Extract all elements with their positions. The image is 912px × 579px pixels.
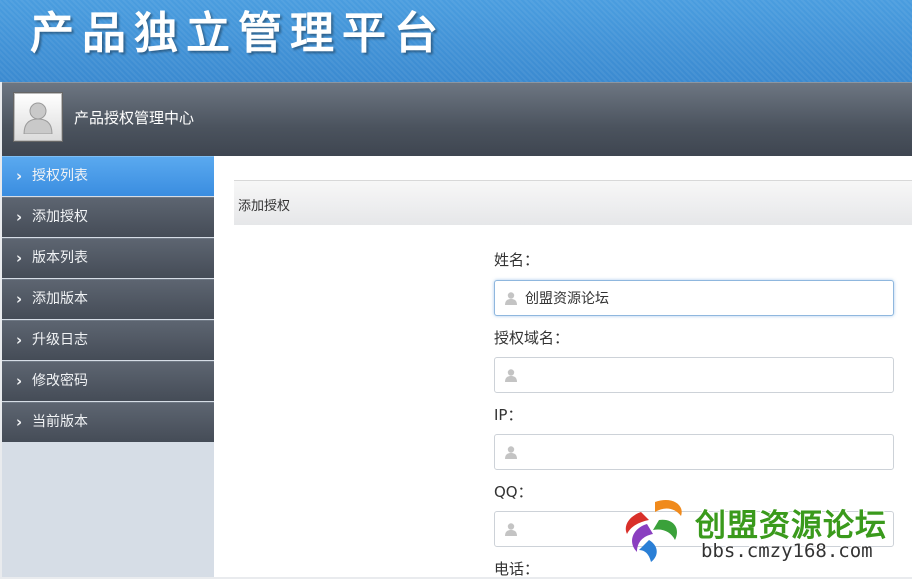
domain-input[interactable]: [525, 365, 885, 385]
chevron-right-icon: ›: [16, 167, 23, 185]
panel-header: 添加授权: [234, 180, 912, 226]
sidebar-item-label: 修改密码: [32, 373, 88, 389]
ip-field[interactable]: [494, 434, 894, 470]
sidebar-item-label: 升级日志: [32, 332, 88, 348]
name-field[interactable]: [494, 280, 894, 316]
sidebar-item-add-version[interactable]: › 添加版本: [2, 279, 214, 319]
chevron-right-icon: ›: [16, 249, 23, 267]
sidebar-item-change-password[interactable]: › 修改密码: [2, 361, 214, 401]
sidebar-item-version-list[interactable]: › 版本列表: [2, 238, 214, 278]
name-label: 姓名：: [494, 251, 540, 269]
sidebar: › 授权列表 › 添加授权 › 版本列表 › 添加版本 › 升级日志 › 修改密…: [2, 156, 214, 577]
user-icon: [505, 369, 517, 382]
watermark: 创盟资源论坛 bbs.cmzy168.com: [615, 490, 912, 577]
sidebar-item-label: 添加授权: [32, 209, 88, 225]
watermark-url: bbs.cmzy168.com: [701, 540, 873, 562]
sidebar-item-upgrade-log[interactable]: › 升级日志: [2, 320, 214, 360]
user-icon: [505, 446, 517, 459]
domain-label: 授权域名：: [494, 329, 570, 347]
user-header: 产品授权管理中心: [2, 82, 912, 157]
chevron-right-icon: ›: [16, 290, 23, 308]
name-input[interactable]: [525, 288, 885, 308]
chevron-right-icon: ›: [16, 413, 23, 431]
phone-label: 电话：: [494, 560, 540, 578]
top-banner: 产品独立管理平台: [0, 0, 912, 82]
chevron-right-icon: ›: [16, 208, 23, 226]
sidebar-item-license-list[interactable]: › 授权列表: [2, 156, 214, 196]
user-icon: [505, 523, 517, 536]
qq-label: QQ：: [494, 483, 533, 501]
ip-input[interactable]: [525, 442, 885, 462]
chevron-right-icon: ›: [16, 372, 23, 390]
sidebar-item-add-license[interactable]: › 添加授权: [2, 197, 214, 237]
forum-logo-icon: [625, 499, 682, 562]
panel-title: 添加授权: [238, 199, 291, 214]
sidebar-item-label: 授权列表: [32, 168, 88, 184]
chevron-right-icon: ›: [16, 331, 23, 349]
center-title: 产品授权管理中心: [74, 109, 195, 127]
platform-title: 产品独立管理平台: [30, 8, 446, 59]
avatar[interactable]: [14, 93, 62, 141]
sidebar-item-label: 版本列表: [32, 250, 88, 266]
sidebar-item-current-version[interactable]: › 当前版本: [2, 402, 214, 442]
sidebar-item-label: 当前版本: [32, 414, 88, 430]
domain-field[interactable]: [494, 357, 894, 393]
user-icon: [505, 292, 517, 305]
sidebar-item-label: 添加版本: [32, 291, 88, 307]
watermark-name: 创盟资源论坛: [695, 508, 887, 544]
user-avatar-icon: [23, 102, 53, 134]
ip-label: IP：: [494, 406, 523, 424]
